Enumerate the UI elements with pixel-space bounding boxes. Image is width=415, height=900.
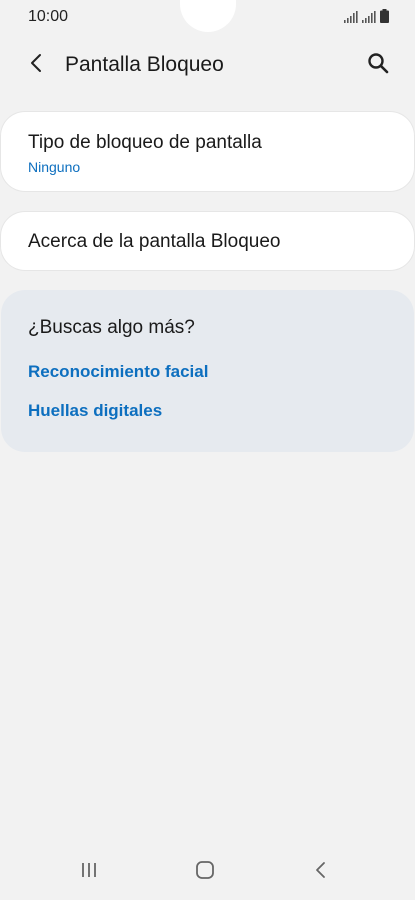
back-icon xyxy=(314,861,328,884)
app-header: Pantalla Bloqueo xyxy=(0,44,415,88)
back-button[interactable] xyxy=(22,50,52,80)
battery-icon xyxy=(380,9,389,28)
status-time: 10:00 xyxy=(28,8,69,25)
lock-type-title: Tipo de bloqueo de pantalla xyxy=(28,132,262,153)
lock-screen-settings: 10:00 Pantalla Bloqueo Tipo de bloqueo d… xyxy=(0,0,415,900)
recents-icon xyxy=(80,861,98,884)
search-icon xyxy=(367,52,389,79)
about-lock-screen-setting[interactable]: Acerca de la pantalla Bloqueo xyxy=(1,212,414,270)
page-title: Pantalla Bloqueo xyxy=(65,53,224,76)
lock-type-value: Ninguno xyxy=(28,159,81,175)
back-arrow-icon xyxy=(29,53,45,78)
home-icon xyxy=(195,860,215,885)
fingerprints-link[interactable]: Huellas digitales xyxy=(28,401,162,421)
home-button[interactable] xyxy=(185,852,225,892)
status-icons xyxy=(344,9,389,28)
signal-icon xyxy=(344,10,358,28)
lock-type-setting[interactable]: Tipo de bloqueo de pantalla Ninguno xyxy=(1,112,414,191)
camera-notch xyxy=(180,0,236,32)
signal-icon xyxy=(362,10,376,28)
face-recognition-link[interactable]: Reconocimiento facial xyxy=(28,362,208,382)
nav-back-button[interactable] xyxy=(301,852,341,892)
recents-button[interactable] xyxy=(69,852,109,892)
suggestions-heading: ¿Buscas algo más? xyxy=(28,317,195,338)
status-bar: 10:00 xyxy=(0,0,415,34)
about-lock-screen-title: Acerca de la pantalla Bloqueo xyxy=(28,231,281,252)
navigation-bar xyxy=(0,844,415,900)
suggestions-card: ¿Buscas algo más? Reconocimiento facial … xyxy=(1,290,414,452)
search-button[interactable] xyxy=(363,50,393,80)
